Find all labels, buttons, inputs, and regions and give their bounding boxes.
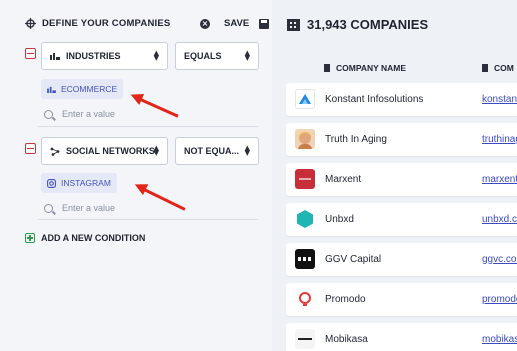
column-header-label: COMPANY NAME <box>336 63 407 73</box>
remove-condition-button[interactable] <box>25 48 36 59</box>
table-row[interactable]: Unbxd unbxd.co <box>286 203 517 236</box>
table-row[interactable]: Konstant Infosolutions konstant <box>286 83 517 116</box>
add-condition-button[interactable]: ADD A NEW CONDITION <box>25 233 145 243</box>
company-website-link[interactable]: promodo <box>482 294 517 305</box>
company-name[interactable]: Konstant Infosolutions <box>325 94 423 105</box>
select-caret-icon: ▲ ▼ <box>244 144 250 157</box>
divider <box>38 126 258 127</box>
results-count-label: 31,943 COMPANIES <box>307 17 429 32</box>
save-button[interactable]: × SAVE <box>200 18 270 29</box>
value-search-placeholder: Enter a value <box>62 203 116 213</box>
ggv-logo-icon <box>295 249 315 269</box>
konstant-logo-icon <box>295 89 315 109</box>
filter-header: DEFINE YOUR COMPANIES <box>25 18 170 29</box>
results-count: 31,943 COMPANIES <box>287 17 428 32</box>
company-name[interactable]: Mobikasa <box>325 334 368 345</box>
column-header-company-name[interactable]: COMPANY NAME <box>324 63 406 73</box>
operator-select-equals[interactable]: EQUALS ▲ ▼ <box>175 42 259 70</box>
add-condition-label: ADD A NEW CONDITION <box>41 233 146 243</box>
unbxd-logo-icon <box>295 209 315 229</box>
value-chip-label: ECOMMERCE <box>61 84 118 94</box>
company-website-link[interactable]: truthinag <box>482 134 517 145</box>
divider <box>38 219 258 220</box>
save-label: SAVE <box>224 18 250 29</box>
company-website-link[interactable]: unbxd.co <box>482 214 517 225</box>
search-icon <box>44 203 53 213</box>
company-name[interactable]: Truth In Aging <box>325 134 387 145</box>
truth-in-aging-logo-icon <box>295 129 315 149</box>
value-search-input[interactable]: Enter a value <box>44 203 115 213</box>
search-icon <box>44 109 53 119</box>
value-chip-instagram[interactable]: INSTAGRAM <box>41 173 117 193</box>
column-header-label: COM <box>494 63 514 73</box>
company-name[interactable]: Promodo <box>325 294 366 305</box>
promodo-logo-icon <box>295 289 315 309</box>
field-select-label: SOCIAL NETWORKS <box>66 146 155 156</box>
remove-condition-button[interactable] <box>25 143 36 154</box>
select-caret-icon: ▲ ▼ <box>153 49 159 62</box>
company-name[interactable]: Unbxd <box>325 214 354 225</box>
table-row[interactable]: Marxent marxent <box>286 163 517 196</box>
company-website-link[interactable]: konstant <box>482 94 517 105</box>
table-row[interactable]: Mobikasa mobikasa <box>286 323 517 351</box>
company-website-link[interactable]: mobikasa <box>482 334 517 345</box>
marxent-logo-icon <box>295 169 315 189</box>
operator-select-not-equals[interactable]: NOT EQUA... ▲ ▼ <box>175 137 259 165</box>
company-name[interactable]: Marxent <box>325 174 361 185</box>
company-name[interactable]: GGV Capital <box>325 254 381 265</box>
company-website-link[interactable]: ggvc.com <box>482 254 517 265</box>
table-row[interactable]: Promodo promodo <box>286 283 517 316</box>
table-row[interactable]: GGV Capital ggvc.com <box>286 243 517 276</box>
crosshair-icon <box>25 18 36 29</box>
column-header-company-website[interactable]: COM <box>482 63 514 73</box>
building-icon <box>324 64 330 72</box>
field-select-industries[interactable]: INDUSTRIES ▲ ▼ <box>41 42 168 70</box>
table-row[interactable]: Truth In Aging truthinag <box>286 123 517 156</box>
select-caret-icon: ▲ ▼ <box>153 144 159 157</box>
operator-select-label: EQUALS <box>184 51 222 61</box>
field-select-social-networks[interactable]: SOCIAL NETWORKS ▲ ▼ <box>41 137 168 165</box>
select-caret-icon: ▲ ▼ <box>244 49 250 62</box>
filter-title: DEFINE YOUR COMPANIES <box>42 18 171 29</box>
instagram-icon <box>47 178 56 188</box>
field-select-label: INDUSTRIES <box>66 51 121 61</box>
value-search-placeholder: Enter a value <box>62 109 116 119</box>
bar-chart-icon <box>50 53 60 60</box>
plus-icon <box>25 233 35 243</box>
table-header: COMPANY NAME COM <box>286 57 517 79</box>
operator-select-label: NOT EQUA... <box>184 146 240 156</box>
value-chip-ecommerce[interactable]: ECOMMERCE <box>41 79 124 99</box>
value-chip-label: INSTAGRAM <box>61 178 111 188</box>
link-icon <box>482 64 488 72</box>
close-icon[interactable]: × <box>200 18 210 29</box>
floppy-disk-icon <box>259 18 270 29</box>
building-icon <box>287 18 300 31</box>
company-website-link[interactable]: marxent <box>482 174 517 185</box>
value-search-input[interactable]: Enter a value <box>44 109 115 119</box>
mobikasa-logo-icon <box>295 329 315 349</box>
network-icon <box>50 147 60 156</box>
bar-chart-icon <box>47 86 56 93</box>
